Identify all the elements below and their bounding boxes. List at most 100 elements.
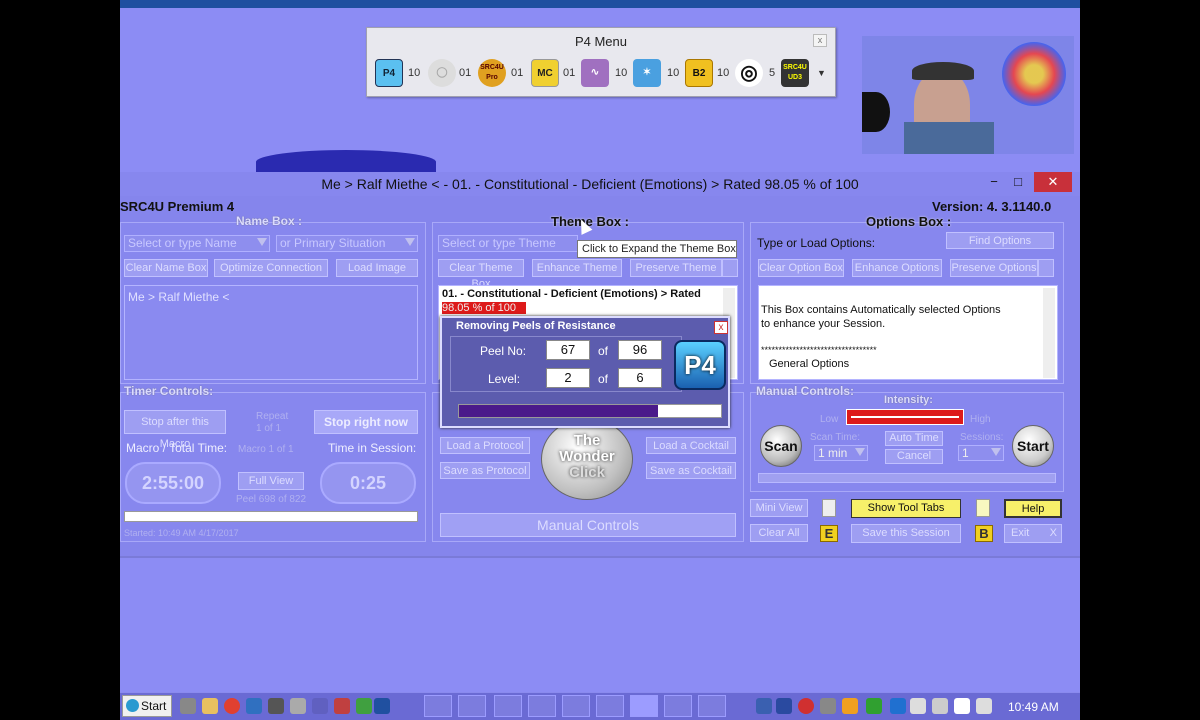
taskbar-app-icon-7[interactable] — [312, 698, 328, 714]
network-icon[interactable] — [976, 698, 992, 714]
auto-time-button[interactable]: Auto Time — [885, 431, 943, 446]
manual-controls-button[interactable]: Manual Controls — [440, 513, 736, 537]
name-textbox[interactable]: Me > Ralf Miethe < — [124, 285, 418, 380]
primary-situation-dropdown[interactable]: or Primary Situation — [276, 235, 418, 252]
full-view-button[interactable]: Full View — [238, 472, 304, 490]
theme-text-line1: 01. - Constitutional - Deficient (Emotio… — [442, 288, 701, 300]
b-button[interactable]: B — [975, 525, 993, 542]
load-image-button[interactable]: Load Image — [336, 259, 418, 277]
select-name-dropdown[interactable]: Select or type Name — [124, 235, 270, 252]
src4u-pro-icon[interactable]: SRC4U Pro — [478, 59, 506, 87]
taskbar-app-icon-1[interactable] — [180, 698, 196, 714]
speaker-icon[interactable] — [910, 698, 926, 714]
taskbar-window-3[interactable] — [528, 695, 556, 717]
manual-progress-bar — [758, 473, 1056, 483]
start-button[interactable]: Start — [1012, 425, 1054, 467]
level-value: 2 — [546, 368, 590, 388]
enhance-options-button[interactable]: Enhance Options — [852, 259, 942, 277]
flag-icon[interactable] — [954, 698, 970, 714]
theme-checkbox[interactable] — [722, 259, 738, 277]
start-button-taskbar[interactable]: Start — [122, 695, 172, 717]
spiral-app-icon[interactable]: ∿ — [581, 59, 609, 87]
tray-icon-5[interactable] — [842, 698, 858, 714]
folder-icon[interactable] — [202, 698, 218, 714]
maximize-button[interactable]: □ — [1008, 172, 1028, 192]
tray-icon-3[interactable] — [798, 698, 814, 714]
taskbar-app-icon-9[interactable] — [356, 698, 372, 714]
help-button[interactable]: Help — [1004, 499, 1062, 518]
scan-button[interactable]: Scan — [760, 425, 802, 467]
taskbar-window-p4-1[interactable] — [596, 695, 624, 717]
options-textbox[interactable]: This Box contains Automatically selected… — [758, 285, 1058, 380]
stop-after-macro-button[interactable]: Stop after this Macro — [124, 410, 226, 450]
tray-icon-6[interactable] — [866, 698, 882, 714]
enhance-theme-button[interactable]: Enhance Theme — [532, 259, 622, 277]
b2-app-icon[interactable]: B2 — [685, 59, 713, 87]
sessions-value: 1 — [962, 446, 969, 460]
tray-icon-7[interactable] — [890, 698, 906, 714]
tray-icon-2[interactable] — [776, 698, 792, 714]
clear-option-box-button[interactable]: Clear Option Box — [758, 259, 844, 277]
e-button[interactable]: E — [820, 525, 838, 542]
taskbar-window-4[interactable] — [562, 695, 590, 717]
clear-name-box-button[interactable]: Clear Name Box — [124, 259, 208, 277]
taskbar-window-6[interactable] — [698, 695, 726, 717]
show-tool-tabs-button[interactable]: Show Tool Tabs — [851, 499, 961, 518]
taskbar-window-chrome[interactable] — [494, 695, 522, 717]
taskbar-window-2[interactable] — [458, 695, 486, 717]
tray-icon-1[interactable] — [756, 698, 772, 714]
taskbar-app-icon-4[interactable] — [246, 698, 262, 714]
intensity-slider[interactable] — [846, 409, 964, 425]
minimize-button[interactable]: − — [984, 172, 1004, 192]
options-checkbox[interactable] — [1038, 259, 1054, 277]
note-icon[interactable] — [976, 499, 990, 517]
src4u-ud3-icon[interactable]: SRC4U UD3 — [781, 59, 809, 87]
wonder-line1: The — [573, 432, 601, 449]
taskbar-app-icon-8[interactable] — [334, 698, 350, 714]
tray-icon-4[interactable] — [820, 698, 836, 714]
load-protocol-button[interactable]: Load a Protocol — [440, 437, 530, 454]
mini-view-button[interactable]: Mini View — [750, 499, 808, 517]
tray-icon-8[interactable] — [932, 698, 948, 714]
chrome-icon[interactable] — [224, 698, 240, 714]
preserve-options-button[interactable]: Preserve Options — [950, 259, 1038, 277]
p4-menu-more-icon[interactable]: ▼ — [817, 68, 826, 78]
load-cocktail-button[interactable]: Load a Cocktail — [646, 437, 736, 454]
level-of-label: of — [598, 372, 609, 386]
stop-right-now-button[interactable]: Stop right now — [314, 410, 418, 434]
exit-button[interactable]: Exit X — [1004, 524, 1062, 543]
clear-all-button[interactable]: Clear All — [750, 524, 808, 542]
wonder-click-button[interactable]: The Wonder Click — [541, 418, 633, 500]
repeat-value: 1 of 1 — [256, 423, 282, 434]
start-label: Start — [141, 699, 167, 713]
dialog-close-button[interactable]: x — [714, 321, 728, 334]
cancel-button[interactable]: Cancel — [885, 449, 943, 464]
taskbar-window-p4-2[interactable] — [630, 695, 658, 717]
find-options-button[interactable]: Find Options — [946, 232, 1054, 249]
p4-menu-close-button[interactable]: x — [813, 34, 827, 47]
figure-app-icon[interactable]: ✶ — [633, 59, 661, 87]
taskbar-window-1[interactable] — [424, 695, 452, 717]
save-protocol-button[interactable]: Save as Protocol — [440, 462, 530, 479]
taskbar-window-5[interactable] — [664, 695, 692, 717]
preserve-theme-button[interactable]: Preserve Theme — [630, 259, 722, 277]
manual-controls-header: Manual Controls: — [756, 384, 854, 398]
sessions-dropdown[interactable]: 1 — [958, 445, 1004, 461]
taskbar-app-icon-5[interactable] — [268, 698, 284, 714]
options-scrollbar[interactable] — [1043, 288, 1055, 378]
select-theme-dropdown[interactable]: Select or type Theme — [438, 235, 578, 252]
optimize-connection-button[interactable]: Optimize Connection — [214, 259, 328, 277]
scan-time-dropdown[interactable]: 1 min — [814, 445, 868, 461]
save-cocktail-button[interactable]: Save as Cocktail — [646, 462, 736, 479]
p4-app-icon[interactable]: P4 — [375, 59, 403, 87]
taskbar-app-icon-10[interactable] — [374, 698, 390, 714]
master-controller-icon[interactable]: MC — [531, 59, 559, 87]
close-button[interactable]: ✕ — [1034, 172, 1072, 192]
exit-label: Exit — [1011, 527, 1030, 539]
clear-theme-box-button[interactable]: Clear Theme Box — [438, 259, 524, 290]
save-session-button[interactable]: Save this Session — [851, 524, 961, 543]
clock-app-icon[interactable]: ◯ — [428, 59, 456, 87]
hypno-spiral-icon[interactable]: ◎ — [735, 59, 763, 87]
taskbar-app-icon-6[interactable] — [290, 698, 306, 714]
clipboard-icon[interactable] — [822, 499, 836, 517]
